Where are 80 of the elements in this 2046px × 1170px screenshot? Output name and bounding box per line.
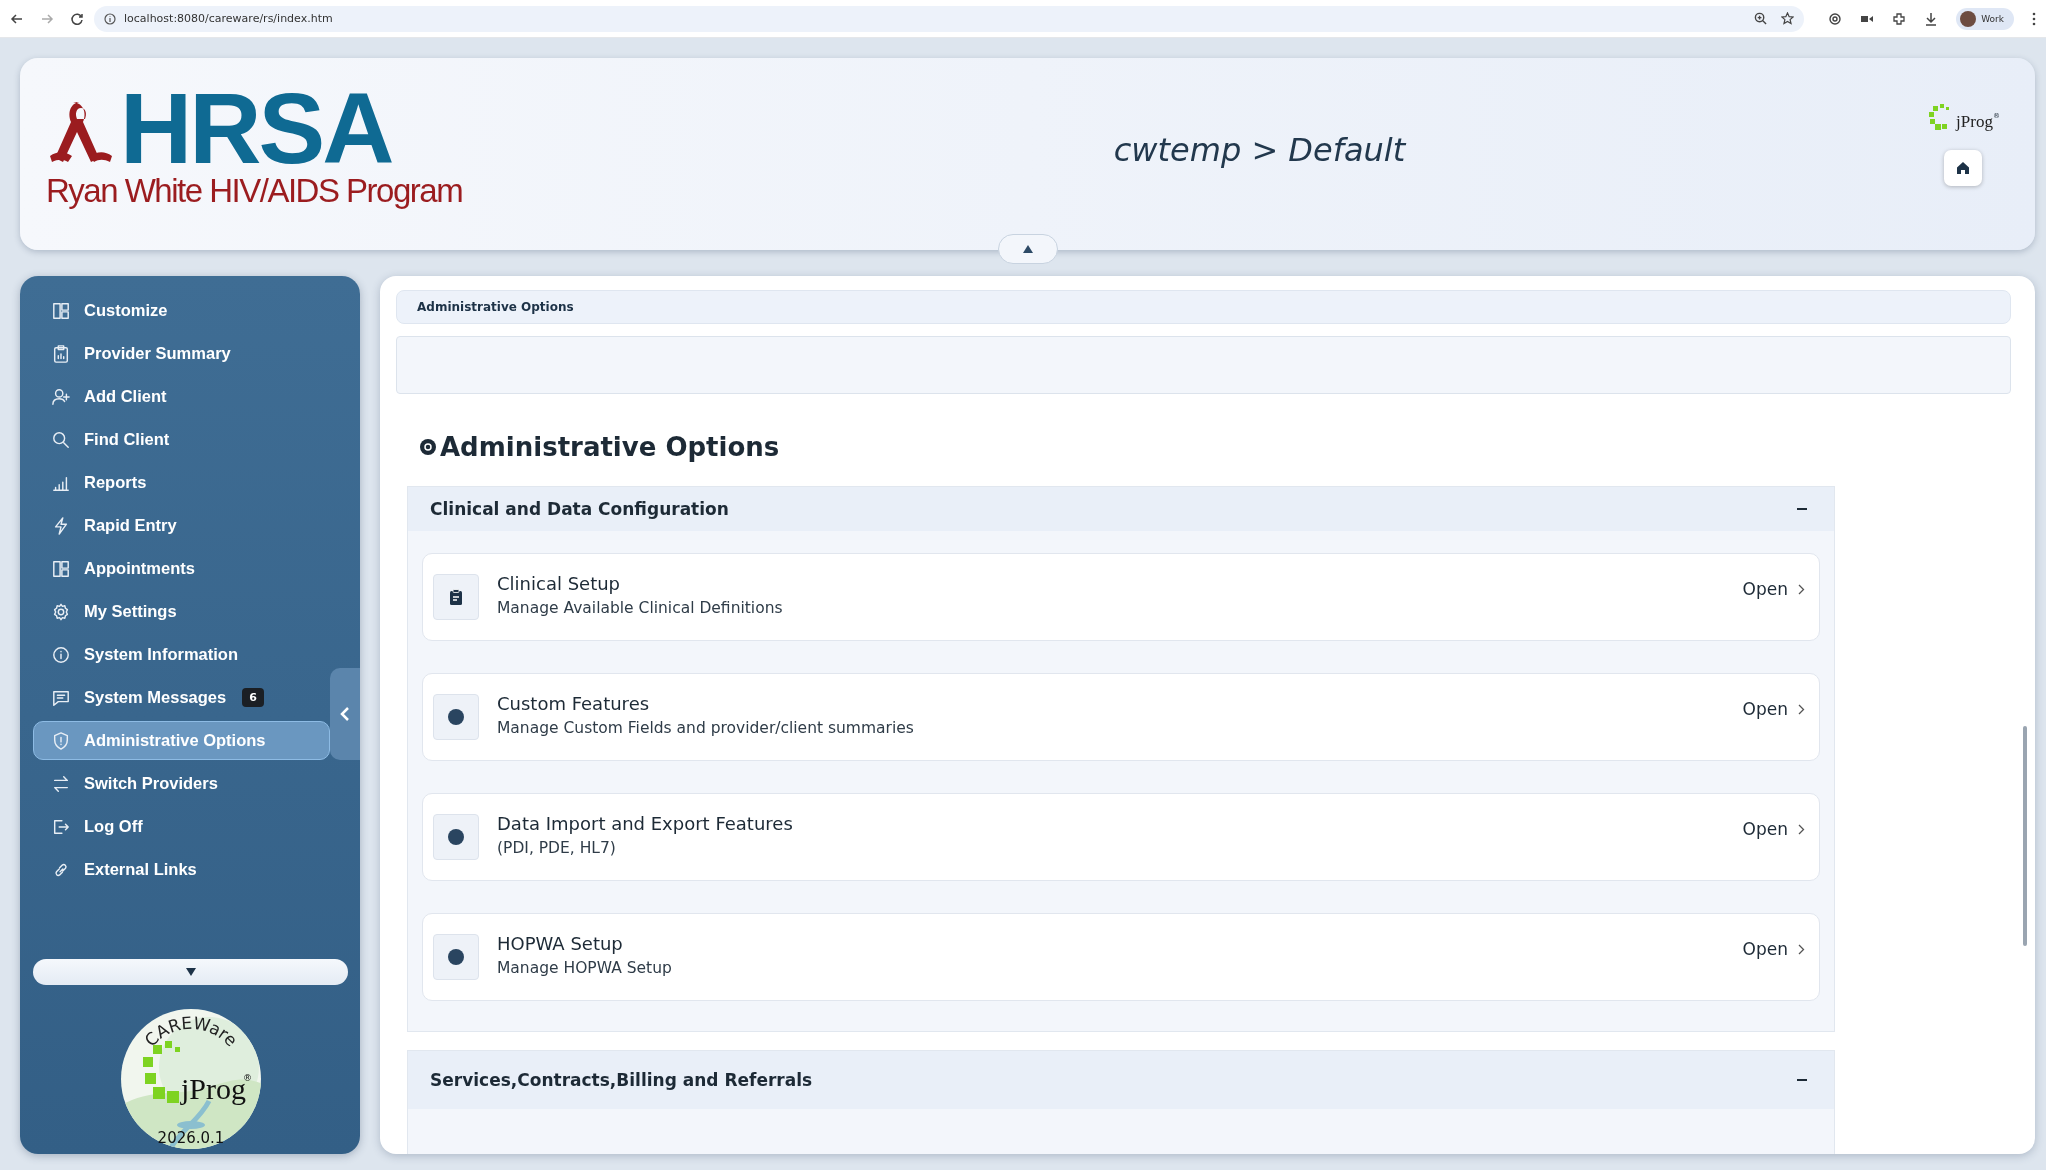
sidebar-item[interactable]: External Links bbox=[33, 850, 330, 889]
open-link[interactable]: Open bbox=[1742, 939, 1805, 959]
sidebar-item[interactable]: My Settings bbox=[33, 592, 330, 631]
sidebar-item[interactable]: Log Off bbox=[33, 807, 330, 846]
search-icon bbox=[52, 430, 70, 449]
layout-icon bbox=[52, 559, 70, 578]
option-title: Custom Features bbox=[497, 693, 651, 714]
section-heading: Services,Contracts,Billing and Referrals bbox=[430, 1070, 813, 1090]
layout-icon bbox=[52, 301, 70, 320]
option-card[interactable]: Data Import and Export Features (PDI, PDE, HL7) Open bbox=[422, 793, 1820, 881]
right-chevron-icon bbox=[1798, 943, 1805, 955]
sidebar-item[interactable]: Customize bbox=[33, 291, 330, 330]
right-chevron-icon bbox=[1798, 583, 1805, 595]
back-icon[interactable] bbox=[10, 11, 24, 26]
down-arrow-icon bbox=[184, 967, 197, 977]
profile-button[interactable]: Work bbox=[1956, 7, 2014, 30]
option-description: (PDI, PDE, HL7) bbox=[497, 839, 617, 857]
option-card[interactable]: Custom Features Manage Custom Fields and provider/client summaries Open bbox=[422, 673, 1820, 761]
puzzle-icon[interactable] bbox=[1892, 11, 1907, 26]
option-title: HOPWA Setup bbox=[497, 933, 624, 954]
scrollbar-thumb[interactable] bbox=[2023, 726, 2027, 946]
option-description: Manage Available Clinical Definitions bbox=[497, 599, 784, 617]
brand-name: jProg bbox=[1956, 112, 1993, 132]
dot-icon bbox=[447, 708, 465, 726]
avatar-icon bbox=[1960, 10, 1977, 27]
address-bar[interactable]: localhost:8080/careware/rs/index.htm bbox=[94, 5, 1805, 32]
collapse-header-button[interactable] bbox=[997, 234, 1058, 264]
sidebar-item[interactable]: System Messages 6 bbox=[33, 678, 330, 717]
section-title: Administrative Options bbox=[440, 432, 780, 462]
home-button[interactable] bbox=[1944, 150, 1982, 186]
option-title: Clinical Setup bbox=[497, 573, 622, 594]
open-link[interactable]: Open bbox=[1742, 699, 1805, 719]
home-icon bbox=[1956, 161, 1970, 175]
menu-icon[interactable] bbox=[2032, 11, 2036, 26]
sidebar-item[interactable]: Switch Providers bbox=[33, 764, 330, 803]
count-badge: 6 bbox=[242, 688, 264, 707]
reload-icon[interactable] bbox=[70, 11, 84, 26]
star-icon[interactable] bbox=[1781, 12, 1795, 25]
swap-icon bbox=[52, 774, 70, 793]
log-out-icon bbox=[52, 817, 70, 836]
download-icon[interactable] bbox=[1924, 11, 1939, 26]
message-icon bbox=[52, 688, 70, 707]
clipboard-icon bbox=[52, 344, 70, 363]
option-card[interactable]: HOPWA Setup Manage HOPWA Setup Open bbox=[422, 913, 1820, 1001]
right-chevron-icon bbox=[1798, 823, 1805, 835]
left-chevron-icon bbox=[340, 707, 350, 721]
info-icon bbox=[104, 12, 116, 25]
sidebar-item[interactable]: Rapid Entry bbox=[33, 506, 330, 545]
section-heading: Clinical and Data Configuration bbox=[430, 499, 729, 519]
logo-text: HRSA bbox=[120, 88, 392, 168]
dot-icon bbox=[447, 828, 465, 846]
sidebar-item[interactable]: Add Client bbox=[33, 377, 330, 416]
settings-icon bbox=[418, 437, 438, 457]
sidebar-item[interactable]: Provider Summary bbox=[33, 334, 330, 373]
user-add-icon bbox=[52, 387, 70, 406]
option-card[interactable]: Clinical Setup Manage Available Clinical Definitions Open bbox=[422, 553, 1820, 641]
sidebar-item[interactable]: System Information bbox=[33, 635, 330, 674]
info-icon bbox=[52, 645, 70, 664]
lightning-icon bbox=[52, 516, 70, 535]
open-link[interactable]: Open bbox=[1742, 819, 1805, 839]
zoom-icon[interactable] bbox=[1754, 12, 1768, 25]
sidebar-item[interactable]: Appointments bbox=[33, 549, 330, 588]
dot-icon bbox=[447, 948, 465, 966]
breadcrumb: Administrative Options bbox=[396, 290, 2011, 324]
option-description: Manage HOPWA Setup bbox=[497, 959, 673, 977]
sidebar-item[interactable]: Find Client bbox=[33, 420, 330, 459]
page-heading: cwtemp > Default bbox=[1112, 131, 1408, 169]
open-link[interactable]: Open bbox=[1742, 579, 1805, 599]
logo-subtitle: Ryan White HIV/AIDS Program bbox=[46, 172, 464, 210]
option-description: Manage Custom Fields and provider/client summaries bbox=[497, 719, 915, 737]
profile-name: Work bbox=[1981, 13, 2004, 24]
option-title: Data Import and Export Features bbox=[497, 813, 794, 834]
settings-icon bbox=[52, 602, 70, 621]
clipboard-icon bbox=[449, 589, 463, 605]
right-chevron-icon bbox=[1798, 703, 1805, 715]
up-arrow-icon bbox=[1021, 244, 1034, 254]
shield-icon bbox=[52, 731, 70, 750]
scroll-down-button[interactable] bbox=[33, 959, 348, 985]
sidebar-item[interactable]: Reports bbox=[33, 463, 330, 502]
extension-icon[interactable] bbox=[1828, 11, 1843, 26]
